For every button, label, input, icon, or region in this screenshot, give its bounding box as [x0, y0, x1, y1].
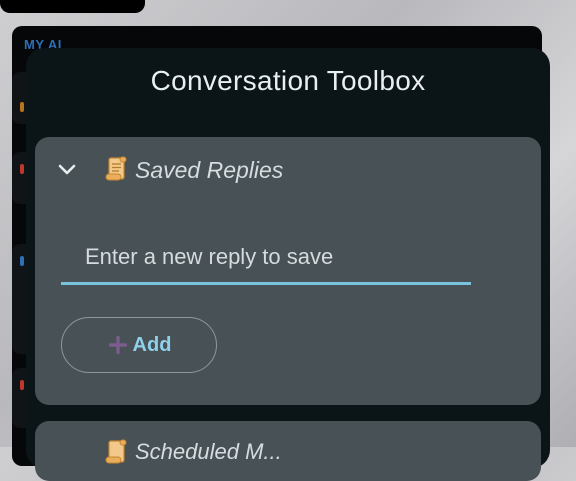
- new-reply-input[interactable]: [61, 239, 471, 285]
- saved-replies-section: Saved Replies Add: [35, 137, 541, 405]
- scheduled-messages-section[interactable]: Scheduled M...: [35, 421, 541, 481]
- add-button-label: Add: [132, 333, 172, 356]
- background-card: [0, 0, 145, 13]
- scheduled-messages-title: Scheduled M...: [135, 439, 282, 464]
- saved-replies-header[interactable]: Saved Replies: [35, 137, 541, 201]
- conversation-toolbox-dialog: Conversation Toolbox Saved Replies Add: [26, 48, 550, 481]
- add-reply-button[interactable]: Add: [61, 317, 217, 373]
- saved-replies-title: Saved Replies: [135, 157, 284, 183]
- scroll-icon: [105, 439, 127, 464]
- chevron-down-icon[interactable]: [55, 157, 79, 181]
- plus-icon: [108, 336, 127, 354]
- scroll-icon: [105, 156, 127, 181]
- dialog-title: Conversation Toolbox: [150, 65, 426, 96]
